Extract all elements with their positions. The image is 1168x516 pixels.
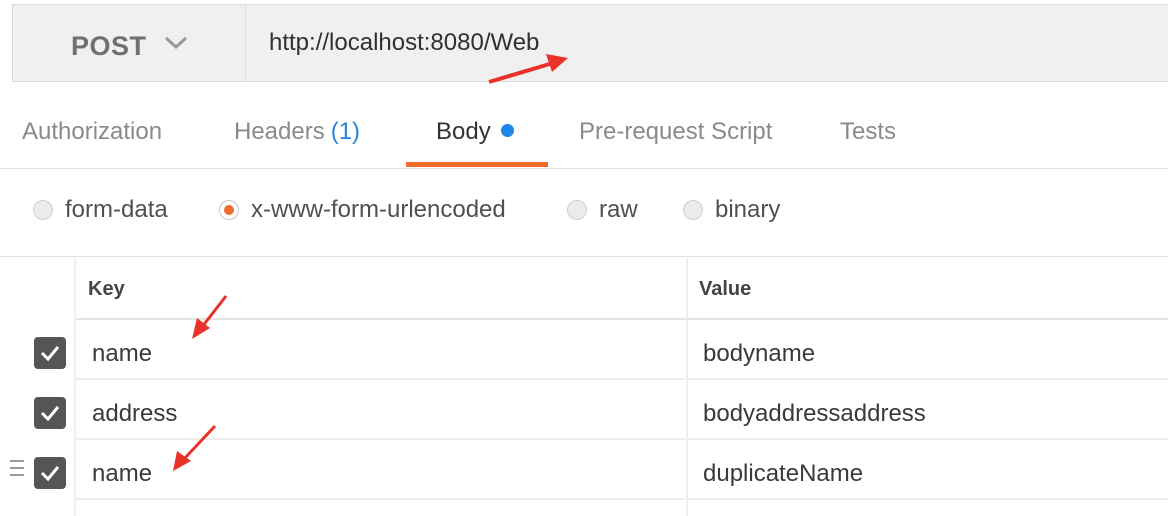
- row-value[interactable]: duplicateName: [703, 460, 863, 488]
- row-key[interactable]: name: [92, 340, 152, 368]
- option-urlencoded[interactable]: x-www-form-urlencoded: [219, 196, 506, 224]
- option-label: raw: [599, 196, 638, 223]
- option-label: x-www-form-urlencoded: [251, 196, 506, 223]
- radio-icon[interactable]: [683, 200, 703, 220]
- tab-prerequest-script[interactable]: Pre-request Script: [579, 118, 772, 146]
- drag-handle-icon[interactable]: [10, 460, 24, 476]
- option-label: binary: [715, 196, 781, 223]
- row-checkbox[interactable]: [34, 337, 66, 369]
- row-checkbox[interactable]: [34, 457, 66, 489]
- key-value-table: Key Value name bodyname address bodyaddr…: [0, 258, 1168, 516]
- column-header-key: Key: [88, 278, 125, 300]
- unsaved-dot-icon: [500, 124, 514, 137]
- option-raw[interactable]: raw: [567, 196, 638, 224]
- check-icon: [40, 466, 60, 482]
- row-checkbox[interactable]: [34, 397, 66, 429]
- request-tabs: Authorization Headers (1) Body Pre-reques…: [0, 100, 1168, 169]
- table-row: name bodyname: [0, 320, 1168, 380]
- tab-body[interactable]: Body: [436, 118, 514, 146]
- row-value[interactable]: bodyname: [703, 340, 815, 368]
- url-input[interactable]: http://localhost:8080/Web: [269, 29, 539, 57]
- tab-tests[interactable]: Tests: [840, 118, 896, 146]
- method-dropdown[interactable]: POST: [13, 5, 246, 81]
- row-key[interactable]: address: [92, 400, 177, 428]
- headers-count-badge: (1): [330, 118, 361, 145]
- option-binary[interactable]: binary: [683, 196, 780, 224]
- method-label: POST: [71, 31, 147, 61]
- radio-selected-icon[interactable]: [219, 200, 239, 220]
- option-label: form-data: [65, 196, 168, 223]
- tab-headers-label: Headers: [234, 118, 325, 145]
- tab-headers[interactable]: Headers (1): [234, 118, 360, 146]
- table-row: name duplicateName: [0, 440, 1168, 500]
- body-type-options: form-data x-www-form-urlencoded raw bina…: [0, 170, 1168, 257]
- row-divider: [76, 498, 1168, 500]
- tab-body-label: Body: [436, 118, 491, 145]
- tab-authorization[interactable]: Authorization: [22, 118, 162, 146]
- active-tab-indicator: [406, 162, 548, 167]
- request-bar: POST http://localhost:8080/Web: [12, 4, 1168, 82]
- table-header: Key Value: [76, 258, 1168, 320]
- radio-icon[interactable]: [567, 200, 587, 220]
- check-icon: [40, 406, 60, 422]
- chevron-down-icon: [164, 36, 188, 50]
- row-key[interactable]: name: [92, 460, 152, 488]
- column-header-value: Value: [699, 278, 752, 300]
- option-form-data[interactable]: form-data: [33, 196, 168, 224]
- check-icon: [40, 346, 60, 362]
- row-value[interactable]: bodyaddressaddress: [703, 400, 926, 428]
- radio-icon[interactable]: [33, 200, 53, 220]
- table-row: address bodyaddressaddress: [0, 380, 1168, 440]
